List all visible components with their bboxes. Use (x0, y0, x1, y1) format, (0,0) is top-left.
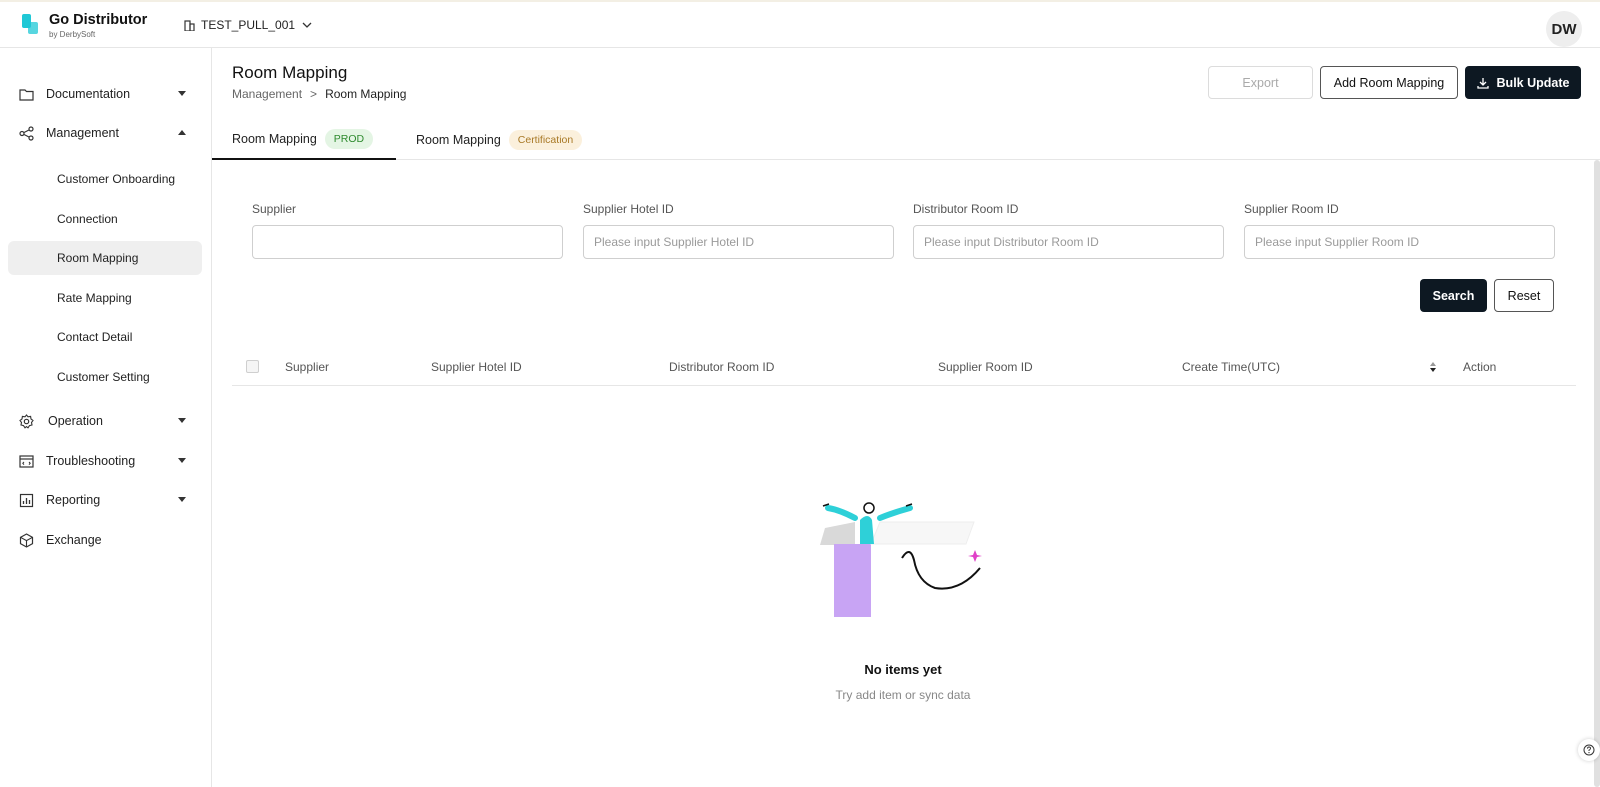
supplier-room-id-label: Supplier Room ID (1244, 202, 1339, 216)
column-header: Action (1463, 360, 1497, 374)
sidebar-item-connection[interactable]: Connection (8, 202, 202, 236)
breadcrumb-management[interactable]: Management (232, 87, 302, 101)
sidebar-item-management[interactable]: Management (8, 116, 202, 150)
empty-subtitle: Try add item or sync data (835, 688, 971, 702)
sidebar-item-label: Troubleshooting (46, 454, 136, 468)
distributor-room-id-input[interactable] (913, 225, 1224, 259)
caret-down-icon (178, 458, 186, 463)
empty-box-illustration (820, 502, 982, 617)
supplier-label: Supplier (252, 202, 297, 216)
avatar[interactable]: DW (1546, 11, 1582, 47)
help-button[interactable] (1578, 739, 1600, 761)
caret-down-icon (178, 418, 186, 423)
bulk-update-label: Bulk Update (1496, 75, 1570, 90)
supplier-hotel-id-label: Supplier Hotel ID (583, 202, 674, 216)
caret-up-icon (178, 130, 186, 135)
top-header: Go Distributor by DerbySoft TEST_PULL_00… (0, 0, 1600, 48)
column-header: Supplier Hotel ID (431, 360, 522, 374)
sidebar-subitem-label: Customer Setting (57, 370, 150, 384)
cube-icon (19, 533, 34, 548)
sidebar-subitem-label: Connection (57, 212, 118, 226)
sidebar-subitem-label: Contact Detail (57, 330, 133, 344)
search-button[interactable]: Search (1420, 279, 1487, 312)
caret-down-icon (178, 91, 186, 96)
supplier-room-id-input[interactable] (1244, 225, 1555, 259)
sidebar-item-exchange[interactable]: Exchange (8, 523, 202, 557)
breadcrumb-current: Room Mapping (325, 87, 407, 101)
tenant-name: TEST_PULL_001 (201, 18, 296, 32)
empty-title: No items yet (864, 662, 942, 677)
sidebar-subitem-label: Customer Onboarding (57, 172, 176, 186)
breadcrumb-separator: > (310, 87, 318, 101)
add-room-mapping-button[interactable]: Add Room Mapping (1320, 66, 1458, 99)
gear-icon (19, 414, 34, 429)
download-icon (1476, 77, 1489, 89)
app-subtitle: by DerbySoft (49, 30, 96, 39)
column-header: Distributor Room ID (669, 360, 775, 374)
help-icon (1583, 744, 1595, 756)
page-title: Room Mapping (232, 63, 348, 82)
tab-label: Room Mapping (232, 132, 317, 146)
browser-code-icon (19, 455, 34, 468)
sidebar-item-label: Documentation (46, 87, 131, 101)
column-header: Supplier Room ID (938, 360, 1033, 374)
sidebar-subitem-label: Rate Mapping (57, 291, 132, 305)
reset-button[interactable]: Reset (1494, 279, 1554, 312)
sidebar-item-label: Reporting (46, 493, 101, 507)
sidebar-item-troubleshooting[interactable]: Troubleshooting (8, 444, 202, 478)
tenant-selector[interactable]: TEST_PULL_001 (184, 18, 313, 32)
certification-tag: Certification (508, 130, 583, 150)
main-scrollbar[interactable] (1594, 160, 1600, 787)
select-all-checkbox[interactable] (246, 360, 259, 373)
report-icon (19, 493, 34, 508)
sidebar-item-operation[interactable]: Operation (8, 404, 202, 438)
column-header: Create Time(UTC) (1182, 360, 1281, 374)
prod-tag: PROD (324, 129, 374, 149)
sort-icon[interactable] (1428, 360, 1438, 374)
folder-icon (19, 89, 34, 101)
sidebar-item-rate-mapping[interactable]: Rate Mapping (8, 281, 202, 315)
go-distributor-logo (22, 14, 38, 34)
tab-room-mapping-certification[interactable]: Room Mapping Certification (416, 120, 583, 160)
tab-label: Room Mapping (416, 133, 501, 147)
sidebar-item-contact-detail[interactable]: Contact Detail (8, 320, 202, 354)
sidebar-item-customer-setting[interactable]: Customer Setting (8, 360, 202, 394)
share-icon (19, 126, 34, 141)
caret-down-icon (178, 497, 186, 502)
tab-room-mapping-prod[interactable]: Room Mapping PROD (212, 120, 396, 160)
sidebar-item-documentation[interactable]: Documentation (8, 77, 202, 111)
environment-tabs: Room Mapping PROD Room Mapping Certifica… (212, 120, 1600, 160)
distributor-room-id-label: Distributor Room ID (913, 202, 1019, 216)
column-header: Supplier (285, 360, 330, 374)
sidebar-item-customer-onboarding[interactable]: Customer Onboarding (8, 162, 202, 196)
sidebar-item-label: Operation (48, 414, 103, 428)
sidebar-subitem-label: Room Mapping (57, 251, 139, 265)
sidebar-item-label: Exchange (46, 533, 102, 547)
breadcrumb: Management > Room Mapping (232, 87, 406, 101)
supplier-hotel-id-input[interactable] (583, 225, 894, 259)
table-header: Supplier Supplier Hotel ID Distributor R… (232, 350, 1576, 386)
building-icon (184, 19, 195, 31)
supplier-select[interactable] (252, 225, 563, 259)
sidebar-item-reporting[interactable]: Reporting (8, 483, 202, 517)
bulk-update-button[interactable]: Bulk Update (1465, 66, 1581, 99)
chevron-down-icon (302, 22, 312, 28)
app-title: Go Distributor (49, 12, 148, 28)
sidebar-item-label: Management (46, 126, 119, 140)
export-button[interactable]: Export (1208, 66, 1313, 99)
sidebar-item-room-mapping[interactable]: Room Mapping (8, 241, 202, 275)
